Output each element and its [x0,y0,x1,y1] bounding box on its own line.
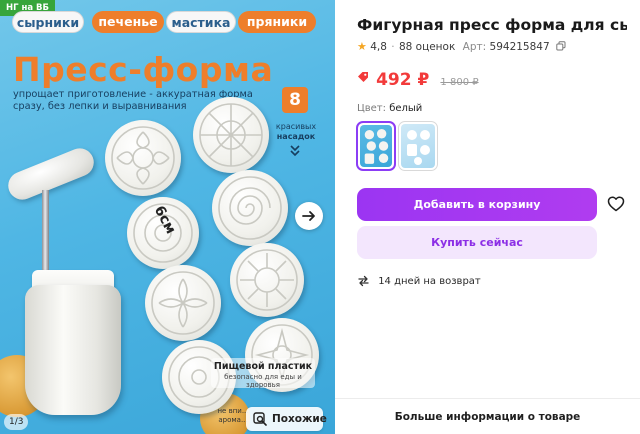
returns-info: 14 дней на возврат [357,274,481,290]
stamp-mold-cross [193,97,269,173]
buy-now-button[interactable]: Купить сейчас [357,226,597,259]
old-price: 1 800 ₽ [440,77,479,88]
product-modal: НГ на ВБ сырники печенье мастика пряники… [0,0,640,434]
nozzle-label-line1: красивых [275,122,317,131]
food-plastic-title: Пищевой пластик [213,361,313,372]
hero-title: Пресс-форма [13,50,274,89]
article-number: 594215847 [489,41,550,53]
reviews-link[interactable]: 88 оценок [399,41,455,53]
product-meta: ★ 4,8 · 88 оценок Арт: 594215847 [357,40,566,54]
stamp-mold-swirl [212,170,288,246]
price-tag-icon [358,72,368,82]
swatch-thumbnail [360,125,392,167]
food-plastic-subtitle: безопасно для еды и здоровья [224,373,302,389]
color-label: Цвет: белый [357,103,422,114]
stamp-mold-sun [230,243,304,317]
color-value: белый [389,103,423,114]
swatch-molds-icon [407,130,430,165]
copy-icon[interactable] [556,41,566,51]
color-label-key: Цвет: [357,103,387,114]
more-info-button[interactable]: Больше информации о товаре [335,398,640,434]
add-to-cart-button[interactable]: Добавить в корзину [357,188,597,221]
image-search-icon [253,412,267,426]
stamp-mold-leaves [145,265,221,341]
swatch-molds-icon [364,129,389,164]
gallery-next-button[interactable] [295,202,323,230]
similar-items-label: Похожие [272,413,327,425]
color-swatch-selected[interactable] [356,121,396,171]
heart-icon[interactable] [607,195,625,213]
price-row: 492 ₽ 1 800 ₽ [357,70,479,94]
tag-pryaniki: пряники [238,11,316,33]
color-swatch-option[interactable] [398,121,438,171]
food-plastic-info: Пищевой пластик безопасно для еды и здор… [211,358,315,389]
tag-pechenie: печенье [92,11,164,33]
tag-syrniki: сырники [12,11,84,33]
returns-text: 14 дней на возврат [378,276,481,287]
double-chevron-down-icon [290,145,300,157]
swatch-thumbnail [401,124,435,168]
plunger-handle [4,144,98,204]
nozzle-count-badge: 8 [282,87,308,113]
star-icon: ★ [357,40,367,53]
nozzle-label-line2: насадок [276,131,316,141]
gallery-page-counter: 1/3 [4,414,29,430]
nozzle-count-label: красивых насадок [270,122,322,141]
similar-items-button[interactable]: Похожие [246,407,327,431]
plunger-body [25,285,121,415]
article-label: Арт: [462,41,487,53]
return-arrows-icon [358,275,369,287]
product-image-gallery[interactable]: НГ на ВБ сырники печенье мастика пряники… [0,0,335,434]
arrow-right-icon [302,211,315,221]
rating-value: 4,8 [370,41,387,53]
product-title: Фигурная пресс форма для сырн... [357,16,627,34]
tag-mastika: мастика [166,11,236,33]
separator-dot: · [391,41,395,53]
stamp-mold-flower [105,120,181,196]
current-price: 492 ₽ [376,70,430,90]
